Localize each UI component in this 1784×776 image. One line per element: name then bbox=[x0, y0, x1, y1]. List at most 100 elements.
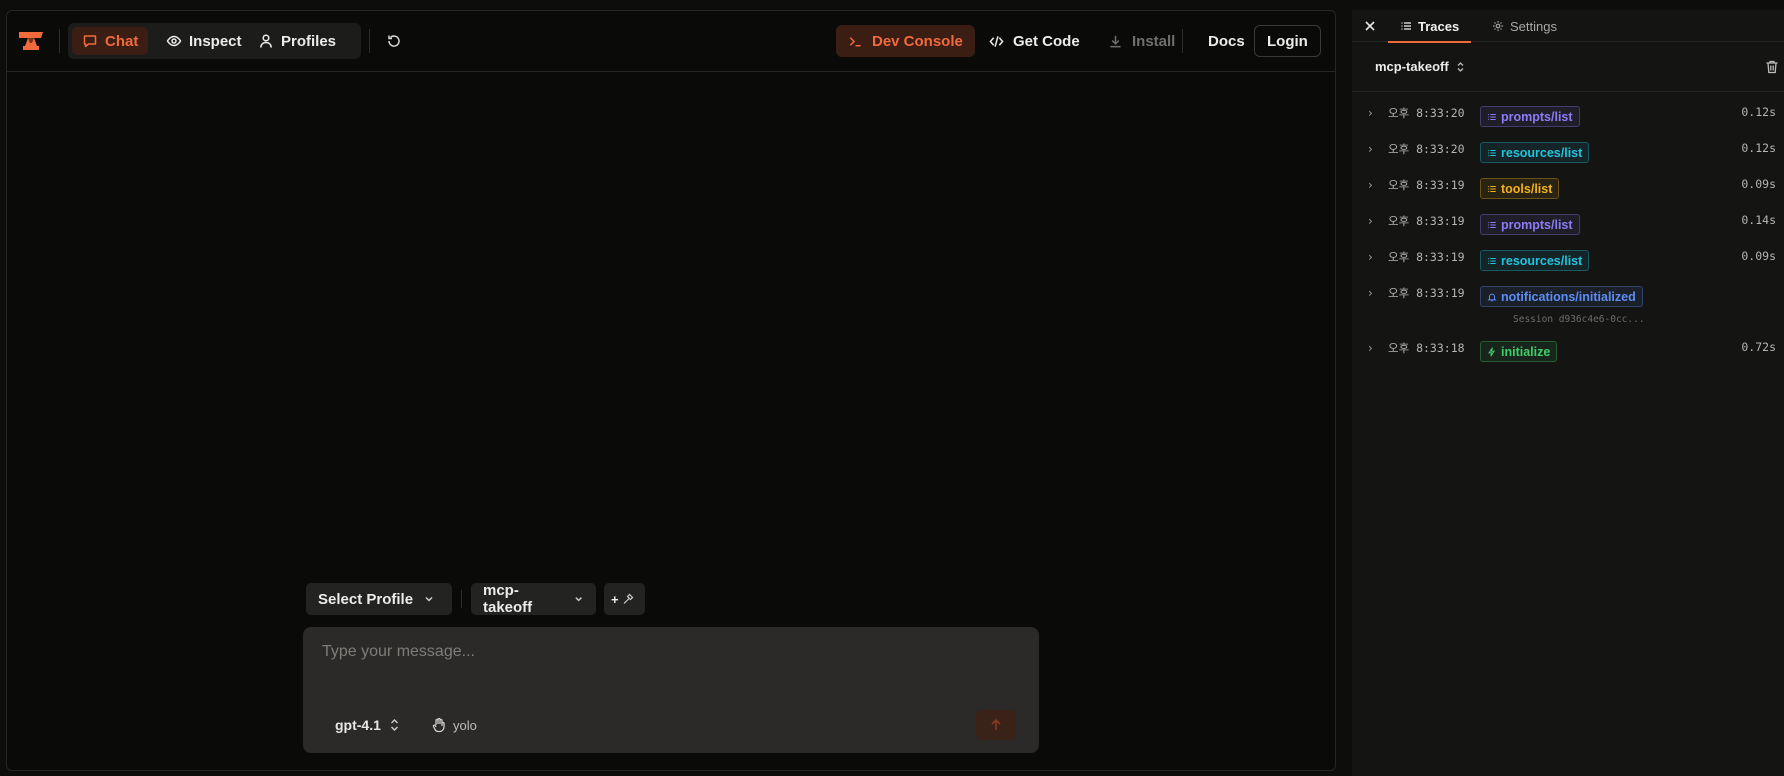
trace-time: 오후 8:33:20 bbox=[1388, 106, 1465, 120]
trace-duration: 0.12s bbox=[1741, 141, 1776, 155]
tab-profiles[interactable]: Profiles bbox=[248, 27, 346, 55]
model-select[interactable]: gpt-4.1 bbox=[335, 714, 400, 736]
list-icon bbox=[1488, 221, 1496, 228]
gear-icon bbox=[1493, 21, 1503, 31]
lightning-icon bbox=[1488, 347, 1496, 356]
trace-row[interactable]: › 오후 8:33:19 notifications/initialized Sess… bbox=[1352, 282, 1784, 325]
profile-select-label: Select Profile bbox=[318, 590, 414, 608]
tab-traces[interactable]: Traces bbox=[1388, 10, 1472, 43]
trace-duration: 0.09s bbox=[1741, 249, 1776, 263]
traces-panel: Traces Settings mcp-takeoff › 오후 8:33:20 p… bbox=[1352, 10, 1784, 776]
send-button[interactable] bbox=[976, 710, 1016, 740]
message-input[interactable] bbox=[322, 643, 1012, 683]
download-icon bbox=[1110, 35, 1121, 47]
arrow-up-icon bbox=[991, 718, 1001, 730]
trace-row[interactable]: › 오후 8:33:19 prompts/list 0.14s bbox=[1352, 210, 1784, 240]
chevron-right-icon[interactable]: › bbox=[1368, 214, 1373, 228]
refresh-icon bbox=[388, 35, 400, 47]
divider bbox=[369, 29, 370, 53]
divider bbox=[59, 29, 60, 53]
close-panel-button[interactable] bbox=[1358, 14, 1382, 38]
add-tool-button[interactable]: + bbox=[604, 583, 645, 615]
install-button[interactable]: Install bbox=[1096, 25, 1187, 57]
add-tool-label: + bbox=[611, 591, 619, 607]
trace-method-badge: notifications/initialized bbox=[1480, 286, 1643, 307]
login-button[interactable]: Login bbox=[1254, 25, 1321, 57]
chevron-right-icon[interactable]: › bbox=[1368, 106, 1373, 120]
code-icon bbox=[989, 35, 1004, 47]
trace-time: 오후 8:33:20 bbox=[1388, 142, 1465, 156]
trace-duration: 0.12s bbox=[1741, 105, 1776, 119]
trace-duration: 0.09s bbox=[1741, 177, 1776, 191]
server-filter-row: mcp-takeoff bbox=[1352, 42, 1784, 92]
close-icon bbox=[1365, 21, 1375, 31]
profile-select[interactable]: Select Profile bbox=[306, 583, 452, 615]
chevron-up-down-icon bbox=[390, 719, 398, 731]
get-code-button[interactable]: Get Code bbox=[977, 25, 1092, 57]
tab-inspect[interactable]: Inspect bbox=[156, 27, 252, 55]
trace-method-badge: tools/list bbox=[1480, 178, 1560, 199]
trace-row[interactable]: › 오후 8:33:20 prompts/list 0.12s bbox=[1352, 102, 1784, 132]
trace-row[interactable]: › 오후 8:33:18 initialize 0.72s bbox=[1352, 337, 1784, 367]
trace-method-label: notifications/initialized bbox=[1501, 289, 1636, 304]
tab-settings-label: Settings bbox=[1510, 18, 1557, 34]
list-icon bbox=[1488, 185, 1496, 192]
yolo-mode-toggle[interactable]: yolo bbox=[431, 714, 477, 736]
chevron-down-icon bbox=[425, 596, 433, 602]
trace-server-select[interactable]: mcp-takeoff bbox=[1375, 59, 1465, 74]
divider bbox=[1182, 29, 1183, 53]
trace-duration: 0.14s bbox=[1741, 213, 1776, 227]
chevron-right-icon[interactable]: › bbox=[1368, 286, 1373, 300]
server-select-label: mcp-takeoff bbox=[483, 582, 533, 616]
trace-row[interactable]: › 오후 8:33:20 resources/list 0.12s bbox=[1352, 138, 1784, 168]
dev-console-button[interactable]: Dev Console bbox=[836, 25, 975, 57]
chevron-right-icon[interactable]: › bbox=[1368, 178, 1373, 192]
list-icon bbox=[1488, 113, 1496, 120]
docs-label: Docs bbox=[1208, 32, 1245, 50]
chevron-down-icon bbox=[575, 597, 582, 602]
trace-time: 오후 8:33:18 bbox=[1388, 341, 1465, 355]
refresh-button[interactable] bbox=[382, 29, 406, 53]
trace-row[interactable]: › 오후 8:33:19 tools/list 0.09s bbox=[1352, 174, 1784, 204]
eye-icon bbox=[166, 35, 182, 47]
trace-method-label: prompts/list bbox=[1501, 109, 1573, 124]
trash-icon[interactable] bbox=[1764, 59, 1780, 75]
trace-method-badge: initialize bbox=[1480, 341, 1558, 362]
login-label: Login bbox=[1267, 32, 1308, 50]
tab-traces-label: Traces bbox=[1418, 18, 1460, 34]
docs-button[interactable]: Docs bbox=[1196, 25, 1257, 57]
panel-tabs: Traces Settings bbox=[1352, 10, 1784, 43]
trace-method-label: resources/list bbox=[1501, 145, 1583, 160]
message-composer: gpt-4.1 yolo bbox=[303, 627, 1039, 753]
chevron-right-icon[interactable]: › bbox=[1368, 341, 1373, 355]
user-icon bbox=[260, 34, 272, 48]
get-code-label: Get Code bbox=[1013, 32, 1080, 50]
trace-session-id: Session d936c4e6-0cc... bbox=[1513, 314, 1645, 325]
trace-duration: 0.72s bbox=[1741, 340, 1776, 354]
trace-method-label: resources/list bbox=[1501, 253, 1583, 268]
tab-inspect-label: Inspect bbox=[189, 32, 242, 50]
list-icon bbox=[1401, 22, 1411, 30]
list-icon bbox=[1488, 149, 1496, 156]
tab-settings[interactable]: Settings bbox=[1480, 10, 1569, 42]
yolo-label: yolo bbox=[453, 717, 477, 733]
list-icon bbox=[1488, 257, 1496, 264]
trace-time: 오후 8:33:19 bbox=[1388, 286, 1465, 300]
trace-time: 오후 8:33:19 bbox=[1388, 214, 1465, 228]
dev-console-label: Dev Console bbox=[872, 32, 963, 50]
terminal-icon bbox=[849, 36, 861, 46]
server-select[interactable]: mcp-takeoff bbox=[471, 582, 596, 616]
trace-row[interactable]: › 오후 8:33:19 resources/list 0.09s bbox=[1352, 246, 1784, 276]
tab-chat[interactable]: Chat bbox=[72, 27, 149, 55]
trace-method-label: prompts/list bbox=[1501, 217, 1573, 232]
anvil-logo-icon[interactable] bbox=[17, 29, 45, 53]
trace-method-badge: resources/list bbox=[1480, 142, 1590, 163]
main-nav: Chat Inspect Profiles bbox=[68, 23, 361, 59]
chevron-right-icon[interactable]: › bbox=[1368, 250, 1373, 264]
bell-icon bbox=[1487, 293, 1497, 301]
chevron-right-icon[interactable]: › bbox=[1368, 142, 1373, 156]
trace-method-badge: prompts/list bbox=[1480, 214, 1580, 235]
divider bbox=[461, 590, 462, 608]
trace-method-badge: resources/list bbox=[1480, 250, 1590, 271]
trace-time: 오후 8:33:19 bbox=[1388, 250, 1465, 264]
